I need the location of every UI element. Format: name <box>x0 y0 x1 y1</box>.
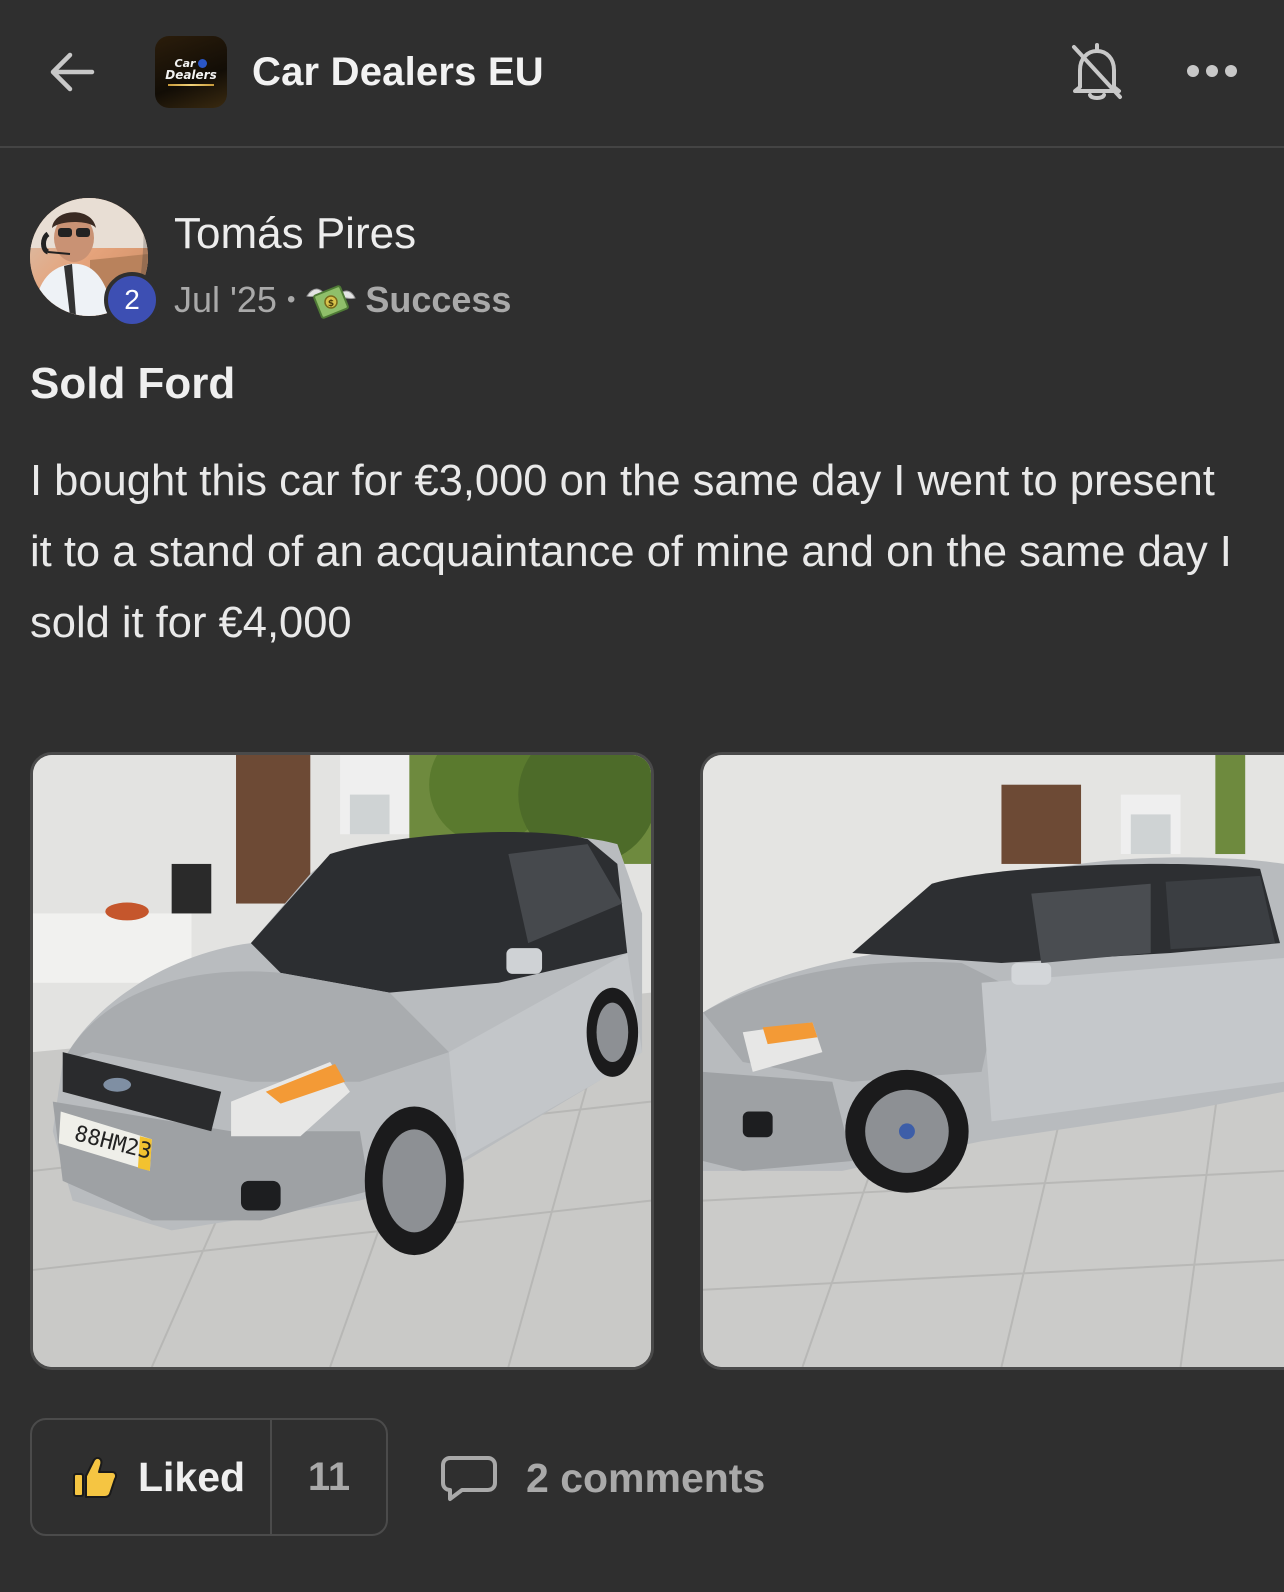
comments-label: 2 comments <box>526 1454 766 1501</box>
notifications-button[interactable] <box>1065 38 1129 106</box>
comments-button[interactable]: 2 comments <box>440 1440 765 1516</box>
like-button[interactable]: Liked <box>32 1420 272 1534</box>
group-logo[interactable]: Car Dealers <box>155 36 227 108</box>
more-options-button[interactable] <box>1182 46 1242 96</box>
comment-icon <box>441 1456 497 1501</box>
bell-off-icon <box>1072 43 1122 100</box>
post-image-1[interactable]: 88HM23 <box>30 752 654 1370</box>
post-body: I bought this car for €3,000 on the same… <box>30 457 1232 647</box>
like-group: Liked 11 <box>30 1418 388 1536</box>
level-badge: 2 <box>104 272 160 328</box>
money-with-wings-icon: $ <box>306 285 357 319</box>
back-button[interactable] <box>44 44 100 100</box>
group-header: Car Dealers Car Dealers EU <box>0 0 1284 148</box>
meta-separator: • <box>286 286 296 313</box>
thumbs-up-icon <box>73 1456 117 1498</box>
group-title[interactable]: Car Dealers EU <box>252 44 544 100</box>
like-label: Liked <box>138 1453 246 1500</box>
arrow-left-icon <box>50 52 95 92</box>
svg-text:$: $ <box>328 299 334 309</box>
author-name[interactable]: Tomás Pires <box>174 204 416 264</box>
post-category[interactable]: Success <box>365 276 511 324</box>
post-image-2[interactable] <box>700 752 1284 1370</box>
post-date: Jul '25 <box>174 279 277 320</box>
more-horizontal-icon <box>1187 65 1237 77</box>
eu-flag-icon <box>198 59 208 68</box>
post-meta: Jul '25 • $ Success <box>174 276 511 324</box>
like-count[interactable]: 11 <box>272 1420 386 1534</box>
post-title: Sold Ford <box>30 359 236 408</box>
